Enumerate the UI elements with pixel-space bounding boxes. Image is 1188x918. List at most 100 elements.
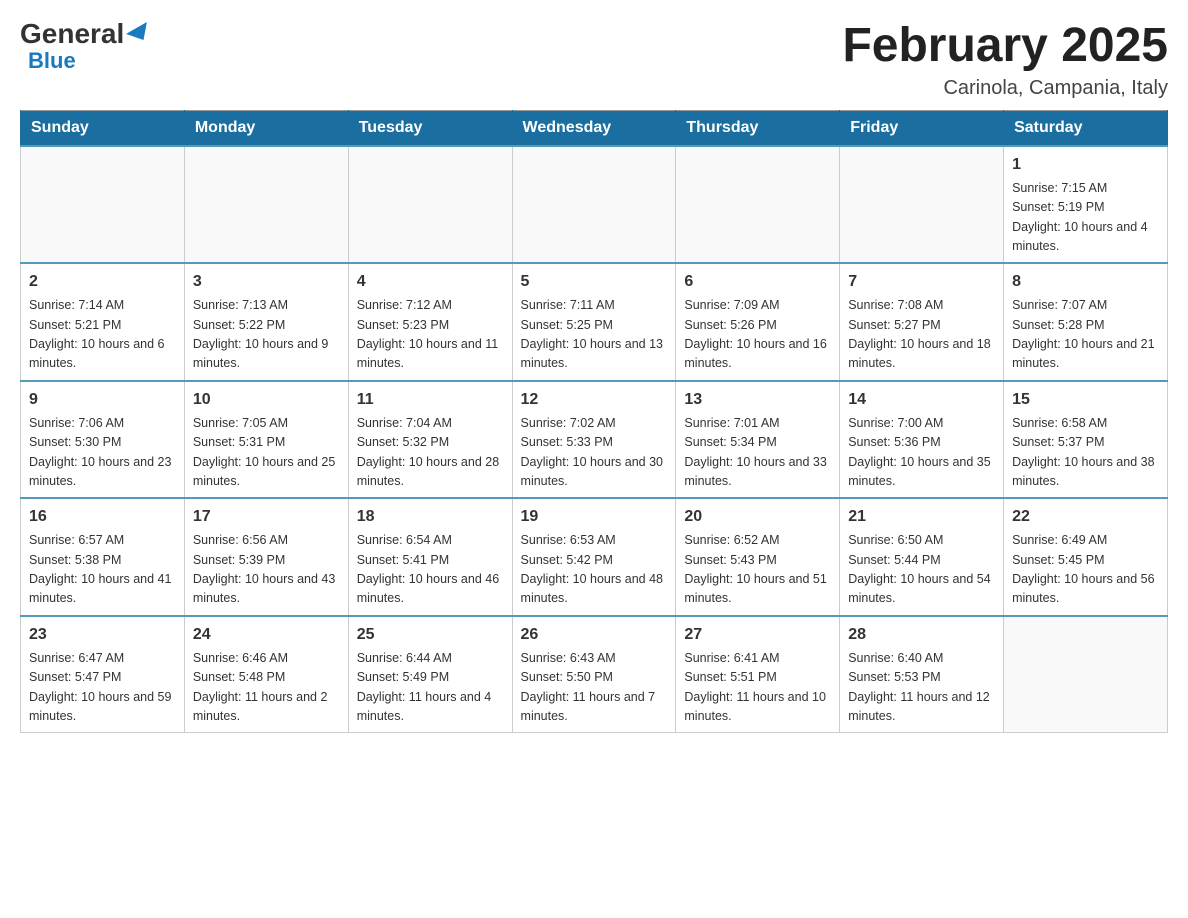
calendar-cell: 28Sunrise: 6:40 AMSunset: 5:53 PMDayligh… [840, 616, 1004, 733]
header-friday: Friday [840, 110, 1004, 146]
day-info: Sunrise: 6:43 AMSunset: 5:50 PMDaylight:… [521, 649, 668, 727]
calendar-week-row: 1Sunrise: 7:15 AMSunset: 5:19 PMDaylight… [21, 146, 1168, 264]
day-info: Sunrise: 6:50 AMSunset: 5:44 PMDaylight:… [848, 531, 995, 609]
header-monday: Monday [184, 110, 348, 146]
day-info: Sunrise: 6:41 AMSunset: 5:51 PMDaylight:… [684, 649, 831, 727]
calendar-header-row: SundayMondayTuesdayWednesdayThursdayFrid… [21, 110, 1168, 146]
calendar-table: SundayMondayTuesdayWednesdayThursdayFrid… [20, 110, 1168, 734]
calendar-cell: 14Sunrise: 7:00 AMSunset: 5:36 PMDayligh… [840, 381, 1004, 499]
day-info: Sunrise: 7:08 AMSunset: 5:27 PMDaylight:… [848, 296, 995, 374]
day-info: Sunrise: 6:46 AMSunset: 5:48 PMDaylight:… [193, 649, 340, 727]
day-info: Sunrise: 6:58 AMSunset: 5:37 PMDaylight:… [1012, 414, 1159, 492]
calendar-cell: 3Sunrise: 7:13 AMSunset: 5:22 PMDaylight… [184, 263, 348, 381]
day-info: Sunrise: 6:49 AMSunset: 5:45 PMDaylight:… [1012, 531, 1159, 609]
calendar-cell: 25Sunrise: 6:44 AMSunset: 5:49 PMDayligh… [348, 616, 512, 733]
day-info: Sunrise: 7:14 AMSunset: 5:21 PMDaylight:… [29, 296, 176, 374]
day-number: 12 [521, 388, 668, 412]
day-info: Sunrise: 7:13 AMSunset: 5:22 PMDaylight:… [193, 296, 340, 374]
logo-blue-text: Blue [28, 48, 76, 74]
calendar-cell: 22Sunrise: 6:49 AMSunset: 5:45 PMDayligh… [1004, 498, 1168, 616]
day-number: 22 [1012, 505, 1159, 529]
day-number: 16 [29, 505, 176, 529]
calendar-cell: 6Sunrise: 7:09 AMSunset: 5:26 PMDaylight… [676, 263, 840, 381]
calendar-cell [512, 146, 676, 264]
calendar-cell: 5Sunrise: 7:11 AMSunset: 5:25 PMDaylight… [512, 263, 676, 381]
day-number: 9 [29, 388, 176, 412]
calendar-cell: 7Sunrise: 7:08 AMSunset: 5:27 PMDaylight… [840, 263, 1004, 381]
calendar-cell: 4Sunrise: 7:12 AMSunset: 5:23 PMDaylight… [348, 263, 512, 381]
calendar-cell: 15Sunrise: 6:58 AMSunset: 5:37 PMDayligh… [1004, 381, 1168, 499]
calendar-cell: 13Sunrise: 7:01 AMSunset: 5:34 PMDayligh… [676, 381, 840, 499]
calendar-cell [21, 146, 185, 264]
calendar-cell [840, 146, 1004, 264]
day-number: 7 [848, 270, 995, 294]
calendar-week-row: 23Sunrise: 6:47 AMSunset: 5:47 PMDayligh… [21, 616, 1168, 733]
calendar-cell [184, 146, 348, 264]
header-sunday: Sunday [21, 110, 185, 146]
page-header: General Blue February 2025 Carinola, Cam… [20, 20, 1168, 100]
calendar-cell [348, 146, 512, 264]
day-number: 4 [357, 270, 504, 294]
day-number: 25 [357, 623, 504, 647]
day-info: Sunrise: 6:53 AMSunset: 5:42 PMDaylight:… [521, 531, 668, 609]
calendar-cell: 27Sunrise: 6:41 AMSunset: 5:51 PMDayligh… [676, 616, 840, 733]
day-info: Sunrise: 7:12 AMSunset: 5:23 PMDaylight:… [357, 296, 504, 374]
day-number: 2 [29, 270, 176, 294]
location-subtitle: Carinola, Campania, Italy [842, 77, 1168, 100]
calendar-cell: 21Sunrise: 6:50 AMSunset: 5:44 PMDayligh… [840, 498, 1004, 616]
day-number: 17 [193, 505, 340, 529]
title-block: February 2025 Carinola, Campania, Italy [842, 20, 1168, 100]
month-title: February 2025 [842, 20, 1168, 73]
calendar-week-row: 2Sunrise: 7:14 AMSunset: 5:21 PMDaylight… [21, 263, 1168, 381]
day-number: 6 [684, 270, 831, 294]
day-info: Sunrise: 6:54 AMSunset: 5:41 PMDaylight:… [357, 531, 504, 609]
header-tuesday: Tuesday [348, 110, 512, 146]
day-number: 23 [29, 623, 176, 647]
calendar-cell: 19Sunrise: 6:53 AMSunset: 5:42 PMDayligh… [512, 498, 676, 616]
day-number: 3 [193, 270, 340, 294]
day-number: 15 [1012, 388, 1159, 412]
calendar-cell: 10Sunrise: 7:05 AMSunset: 5:31 PMDayligh… [184, 381, 348, 499]
day-number: 13 [684, 388, 831, 412]
day-info: Sunrise: 7:11 AMSunset: 5:25 PMDaylight:… [521, 296, 668, 374]
day-info: Sunrise: 7:04 AMSunset: 5:32 PMDaylight:… [357, 414, 504, 492]
day-info: Sunrise: 7:00 AMSunset: 5:36 PMDaylight:… [848, 414, 995, 492]
day-info: Sunrise: 6:56 AMSunset: 5:39 PMDaylight:… [193, 531, 340, 609]
day-number: 18 [357, 505, 504, 529]
day-number: 28 [848, 623, 995, 647]
calendar-cell: 17Sunrise: 6:56 AMSunset: 5:39 PMDayligh… [184, 498, 348, 616]
day-info: Sunrise: 7:09 AMSunset: 5:26 PMDaylight:… [684, 296, 831, 374]
calendar-cell: 20Sunrise: 6:52 AMSunset: 5:43 PMDayligh… [676, 498, 840, 616]
header-thursday: Thursday [676, 110, 840, 146]
day-number: 24 [193, 623, 340, 647]
day-info: Sunrise: 6:52 AMSunset: 5:43 PMDaylight:… [684, 531, 831, 609]
calendar-cell: 8Sunrise: 7:07 AMSunset: 5:28 PMDaylight… [1004, 263, 1168, 381]
day-info: Sunrise: 7:15 AMSunset: 5:19 PMDaylight:… [1012, 179, 1159, 257]
calendar-cell: 9Sunrise: 7:06 AMSunset: 5:30 PMDaylight… [21, 381, 185, 499]
calendar-cell: 2Sunrise: 7:14 AMSunset: 5:21 PMDaylight… [21, 263, 185, 381]
day-number: 10 [193, 388, 340, 412]
calendar-cell: 23Sunrise: 6:47 AMSunset: 5:47 PMDayligh… [21, 616, 185, 733]
day-info: Sunrise: 6:57 AMSunset: 5:38 PMDaylight:… [29, 531, 176, 609]
day-info: Sunrise: 6:44 AMSunset: 5:49 PMDaylight:… [357, 649, 504, 727]
day-number: 20 [684, 505, 831, 529]
logo: General Blue [20, 20, 152, 74]
header-wednesday: Wednesday [512, 110, 676, 146]
header-saturday: Saturday [1004, 110, 1168, 146]
day-info: Sunrise: 7:01 AMSunset: 5:34 PMDaylight:… [684, 414, 831, 492]
calendar-week-row: 9Sunrise: 7:06 AMSunset: 5:30 PMDaylight… [21, 381, 1168, 499]
calendar-cell: 26Sunrise: 6:43 AMSunset: 5:50 PMDayligh… [512, 616, 676, 733]
calendar-cell: 16Sunrise: 6:57 AMSunset: 5:38 PMDayligh… [21, 498, 185, 616]
day-number: 8 [1012, 270, 1159, 294]
day-info: Sunrise: 7:02 AMSunset: 5:33 PMDaylight:… [521, 414, 668, 492]
calendar-cell: 18Sunrise: 6:54 AMSunset: 5:41 PMDayligh… [348, 498, 512, 616]
day-number: 21 [848, 505, 995, 529]
day-number: 14 [848, 388, 995, 412]
calendar-cell: 1Sunrise: 7:15 AMSunset: 5:19 PMDaylight… [1004, 146, 1168, 264]
calendar-cell [676, 146, 840, 264]
calendar-cell: 12Sunrise: 7:02 AMSunset: 5:33 PMDayligh… [512, 381, 676, 499]
day-info: Sunrise: 6:47 AMSunset: 5:47 PMDaylight:… [29, 649, 176, 727]
day-info: Sunrise: 7:07 AMSunset: 5:28 PMDaylight:… [1012, 296, 1159, 374]
day-info: Sunrise: 7:05 AMSunset: 5:31 PMDaylight:… [193, 414, 340, 492]
calendar-cell: 24Sunrise: 6:46 AMSunset: 5:48 PMDayligh… [184, 616, 348, 733]
